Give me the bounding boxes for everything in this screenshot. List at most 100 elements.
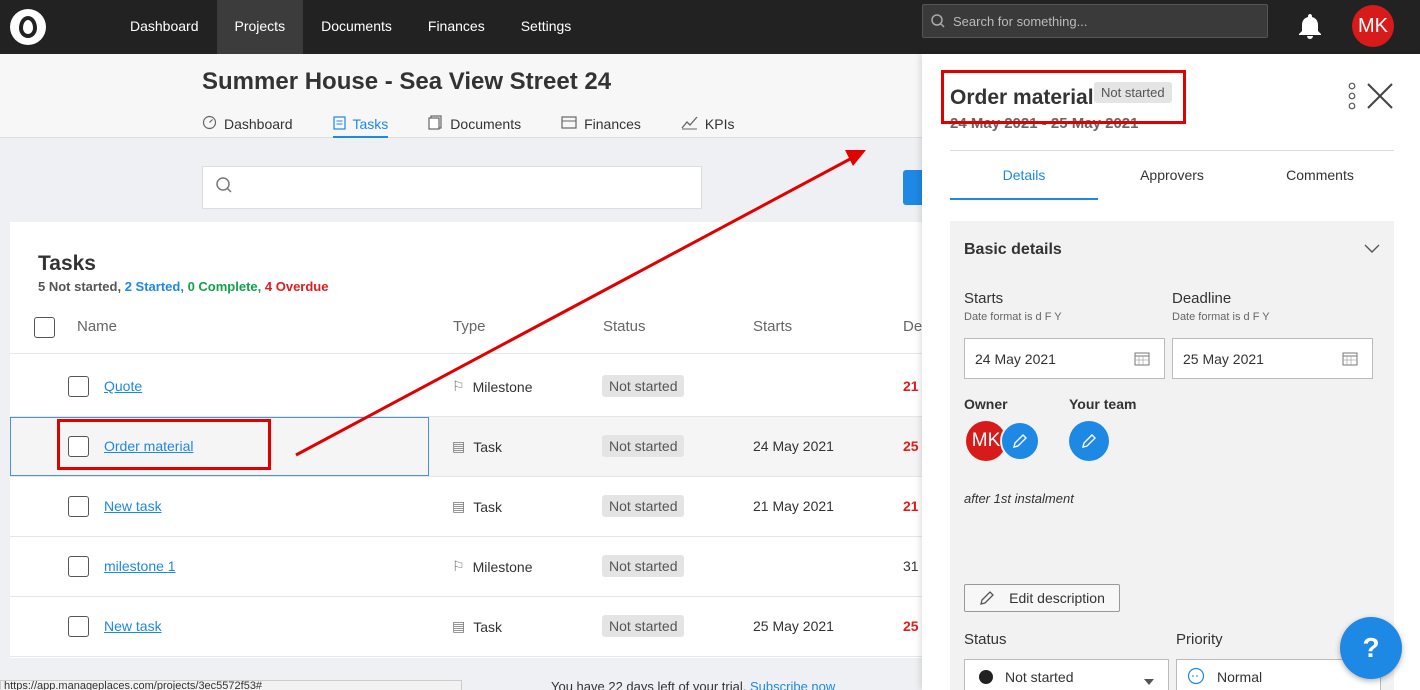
- subscribe-link[interactable]: Subscribe now: [750, 679, 835, 690]
- tasks-search-input[interactable]: [202, 166, 702, 209]
- view-toggle-button[interactable]: [903, 170, 922, 205]
- user-avatar[interactable]: MK: [1352, 5, 1394, 47]
- status-label: Status: [964, 631, 1007, 648]
- tasks-title: Tasks: [38, 252, 96, 275]
- task-description: after 1st instalment: [964, 491, 1074, 506]
- help-button[interactable]: ?: [1340, 617, 1402, 679]
- table-header: Name Type Status Starts De: [10, 314, 922, 354]
- search-icon: [215, 176, 233, 199]
- bell-icon[interactable]: [1297, 12, 1323, 40]
- table-row[interactable]: milestone 1 ⚐ Milestone Not started 31: [10, 537, 922, 597]
- pencil-icon: [1082, 434, 1096, 448]
- row-checkbox[interactable]: [68, 496, 89, 517]
- col-type[interactable]: Type: [453, 318, 486, 335]
- task-name-link[interactable]: Quote: [104, 378, 142, 394]
- deadline-date-input[interactable]: 25 May 2021: [1172, 338, 1373, 379]
- tab-label: Finances: [584, 116, 641, 132]
- pencil-icon: [980, 591, 995, 605]
- global-search-input[interactable]: Search for something...: [922, 4, 1268, 38]
- team-label: Your team: [1069, 396, 1137, 412]
- status-badge: Not started: [602, 555, 685, 577]
- task-start: 21 May 2021: [753, 498, 834, 514]
- col-name[interactable]: Name: [77, 318, 117, 335]
- nav-documents[interactable]: Documents: [303, 0, 410, 54]
- priority-normal-icon: [1187, 667, 1205, 688]
- app-logo[interactable]: [10, 9, 46, 45]
- calendar-icon[interactable]: [1134, 351, 1150, 366]
- row-checkbox[interactable]: [68, 556, 89, 577]
- status-badge: Not started: [602, 435, 685, 457]
- owner-label: Owner: [964, 396, 1008, 412]
- close-icon[interactable]: [1366, 82, 1394, 110]
- col-starts[interactable]: Starts: [753, 318, 792, 335]
- summary-complete: 0 Complete,: [187, 279, 262, 294]
- type-label: Task: [473, 618, 503, 635]
- starts-value: 24 May 2021: [975, 351, 1056, 367]
- task-name-link[interactable]: New task: [104, 498, 162, 514]
- table-row[interactable]: Order material ▤ Task Not started 24 May …: [10, 417, 922, 477]
- tab-documents[interactable]: Documents: [428, 112, 521, 136]
- task-name-link[interactable]: Order material: [104, 438, 193, 454]
- task-deadline: 25: [903, 618, 919, 634]
- tab-kpis[interactable]: KPIs: [681, 112, 735, 136]
- tab-label: KPIs: [704, 116, 735, 132]
- calendar-icon[interactable]: [1342, 351, 1358, 366]
- task-name-link[interactable]: milestone 1: [104, 558, 176, 574]
- summary-started: 2 Started,: [124, 279, 184, 294]
- task-start: 24 May 2021: [753, 438, 834, 454]
- panel-tabs: Details Approvers Comments: [950, 150, 1394, 200]
- starts-hint: Date format is d F Y: [964, 311, 1062, 323]
- nav-dashboard[interactable]: Dashboard: [112, 0, 217, 54]
- tab-dashboard[interactable]: Dashboard: [202, 112, 293, 136]
- type-label: Milestone: [472, 378, 533, 395]
- table-row[interactable]: Quote ⚐ Milestone Not started 21: [10, 357, 922, 417]
- trial-text: You have 22 days left of your trial.: [551, 679, 747, 690]
- button-label: Edit description: [1009, 590, 1105, 606]
- row-checkbox[interactable]: [68, 436, 89, 457]
- task-name-link[interactable]: New task: [104, 618, 162, 634]
- edit-owner-button[interactable]: [1000, 421, 1040, 461]
- nav-projects[interactable]: Projects: [216, 0, 304, 54]
- chevron-down-icon[interactable]: [1364, 241, 1380, 253]
- deadline-label: Deadline: [1172, 290, 1232, 307]
- tab-finances[interactable]: Finances: [561, 112, 641, 136]
- tab-tasks[interactable]: Tasks: [332, 112, 389, 138]
- table-row[interactable]: New task ▤ Task Not started 25 May 2021 2…: [10, 597, 922, 657]
- clipboard-icon: [332, 115, 346, 133]
- task-start: 25 May 2021: [753, 618, 834, 634]
- task-type: ▤ Task: [452, 498, 502, 515]
- flag-icon: ⚐: [452, 558, 465, 574]
- project-header: Summer House - Sea View Street 24 Dashbo…: [0, 54, 922, 138]
- type-label: Task: [473, 438, 503, 455]
- task-deadline: 31: [903, 558, 919, 574]
- table-row[interactable]: New task ▤ Task Not started 21 May 2021 2…: [10, 477, 922, 537]
- col-deadline[interactable]: De: [903, 318, 922, 335]
- tab-comments[interactable]: Comments: [1246, 151, 1394, 200]
- chart-line-icon: [681, 115, 698, 133]
- row-checkbox[interactable]: [68, 616, 89, 637]
- row-checkbox[interactable]: [68, 376, 89, 397]
- status-badge: Not started: [602, 495, 685, 517]
- priority-value: Normal: [1217, 669, 1263, 685]
- tab-details[interactable]: Details: [950, 151, 1098, 200]
- task-detail-panel: Order material Not started 24 May 2021 -…: [922, 54, 1420, 690]
- nav-finances[interactable]: Finances: [410, 0, 503, 54]
- edit-description-button[interactable]: Edit description: [964, 584, 1120, 612]
- deadline-value: 25 May 2021: [1183, 351, 1264, 367]
- status-badge: Not started: [602, 375, 685, 397]
- status-bar-url: https://app.manageplaces.com/projects/3e…: [0, 680, 462, 690]
- tab-approvers[interactable]: Approvers: [1098, 151, 1246, 200]
- col-status[interactable]: Status: [603, 318, 646, 335]
- main-nav: Dashboard Projects Documents Finances Se…: [112, 0, 589, 54]
- select-all-checkbox[interactable]: [34, 317, 55, 338]
- documents-icon: [428, 115, 443, 133]
- status-select[interactable]: Not started: [964, 659, 1169, 690]
- summary-not-started: 5 Not started,: [38, 279, 122, 294]
- task-type: ⚐ Milestone: [452, 558, 532, 575]
- task-type: ▤ Task: [452, 618, 502, 635]
- edit-team-button[interactable]: [1069, 421, 1109, 461]
- summary-overdue: 4 Overdue: [264, 279, 329, 294]
- starts-date-input[interactable]: 24 May 2021: [964, 338, 1165, 379]
- more-options-icon[interactable]: [1348, 82, 1356, 112]
- nav-settings[interactable]: Settings: [503, 0, 590, 54]
